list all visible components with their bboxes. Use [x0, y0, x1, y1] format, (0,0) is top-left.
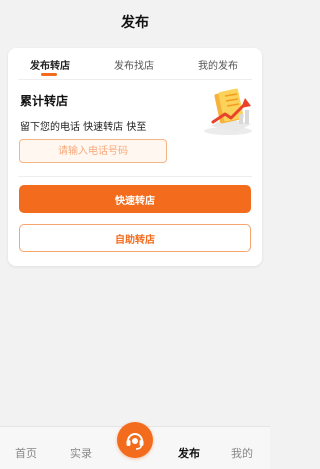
stat-title: 累计转店 [20, 94, 69, 108]
header: 发布 [0, 0, 270, 44]
tab-divider [18, 79, 252, 80]
section-divider [18, 176, 252, 177]
self-transfer-button[interactable]: 自助转店 [19, 224, 251, 252]
tabbar-item-publish[interactable]: 发布 [178, 445, 200, 461]
sub-text: 留下您的电话 快速转店 快至 [20, 122, 147, 133]
quick-transfer-button[interactable]: 快速转店 [19, 185, 251, 213]
tabbar-item-records[interactable]: 实录 [70, 445, 92, 461]
phone-input[interactable] [20, 140, 166, 162]
tabbar-item-home[interactable]: 首页 [15, 445, 37, 461]
document-growth-icon [204, 88, 252, 135]
phone-field[interactable] [19, 139, 167, 163]
tabbar-item-mine[interactable]: 我的 [231, 445, 253, 461]
headset-icon [126, 433, 144, 450]
active-tab-indicator [41, 73, 57, 76]
tab-publish-find[interactable]: 发布找店 [114, 57, 154, 72]
center-action-button[interactable] [117, 422, 153, 458]
page-title: 发布 [121, 15, 149, 31]
tab-my-publish[interactable]: 我的发布 [198, 57, 238, 72]
publish-card: 发布转店 发布找店 我的发布 累计转店 留下您的电话 快速转店 快至 快速转店 … [8, 48, 262, 266]
tab-publish-transfer[interactable]: 发布转店 [30, 57, 70, 72]
